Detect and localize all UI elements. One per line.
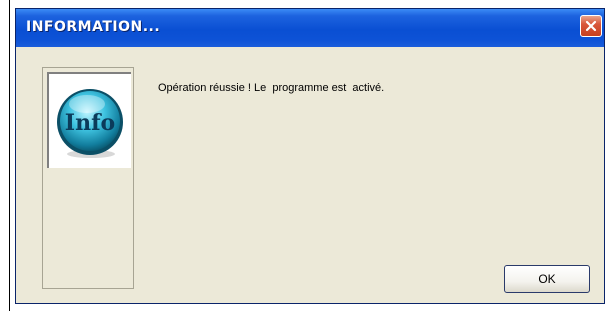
info-icon-text: Info [65,110,115,136]
window-title: INFORMATION... [26,19,161,35]
close-icon [585,20,597,32]
info-icon: Info [57,89,123,158]
information-dialog: INFORMATION... Info Opération réussie ! … [15,8,605,304]
title-bar[interactable]: INFORMATION... [16,9,604,47]
close-button[interactable] [580,15,602,37]
ok-button[interactable]: OK [504,265,590,293]
info-image-frame: Info [47,72,131,168]
image-panel: Info [42,67,134,289]
message-text: Opération réussie ! Le programme est act… [158,82,385,94]
background-edge-line [9,0,10,311]
